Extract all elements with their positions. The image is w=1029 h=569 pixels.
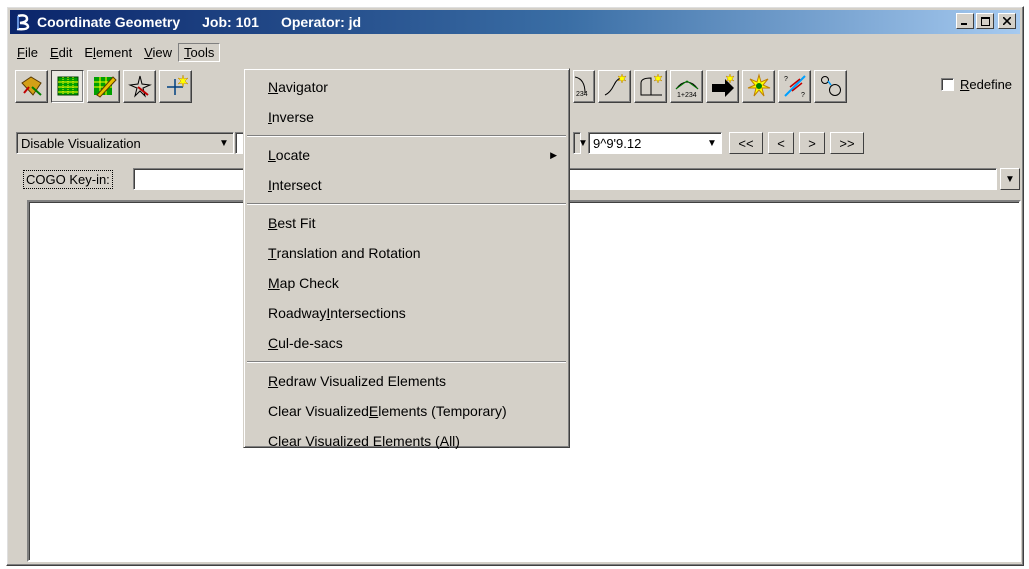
- svg-text:?: ?: [801, 92, 805, 99]
- tool-star-point[interactable]: [123, 69, 156, 103]
- redefine-toggle[interactable]: Redefine: [941, 77, 1012, 92]
- inverse-icon: ? ?: [784, 75, 806, 99]
- tool-radial[interactable]: [742, 69, 775, 103]
- tool-inverse-points[interactable]: ? ?: [778, 69, 811, 103]
- tool-grid-select[interactable]: [51, 69, 84, 103]
- maximize-button[interactable]: [976, 13, 994, 29]
- menu-item-redraw-visualized[interactable]: Redraw Visualized Elements: [246, 366, 567, 396]
- tool-point-circle[interactable]: [814, 69, 847, 103]
- angle-select[interactable]: 9^9'9.12 ▼: [588, 132, 722, 154]
- curve-icon: 234: [575, 76, 588, 98]
- menu-item-intersect[interactable]: Intersect: [246, 170, 567, 200]
- menu-item-roadway-intersections[interactable]: Roadway Intersections: [246, 298, 567, 328]
- point-circle-icon: [820, 76, 841, 96]
- menu-item-clear-visualized-temporary[interactable]: Clear Visualized Elements (Temporary): [246, 396, 567, 426]
- star-point-icon: [127, 75, 152, 98]
- redefine-checkbox[interactable]: [941, 78, 954, 91]
- menu-item-inverse[interactable]: Inverse: [246, 102, 567, 132]
- nav-next-button[interactable]: >: [799, 132, 825, 154]
- menu-element[interactable]: Element: [78, 43, 138, 62]
- menu-view[interactable]: View: [138, 43, 178, 62]
- svg-text:234: 234: [576, 91, 588, 98]
- tool-arc-tangent[interactable]: [634, 69, 667, 103]
- field-dropdown-icon: ▼: [578, 137, 588, 149]
- nav-last-button[interactable]: >>: [830, 132, 864, 154]
- nav-prev-button[interactable]: <: [768, 132, 794, 154]
- hidden-field-right-drop[interactable]: ▼: [573, 132, 588, 154]
- tool-curve-by-sta[interactable]: 234: [573, 69, 595, 103]
- toolbar-left: [15, 69, 192, 103]
- tool-spiral[interactable]: [598, 69, 631, 103]
- radial-star-icon: [747, 73, 770, 97]
- app-icon: [13, 12, 33, 32]
- menu-bar: File Edit Element View Tools: [11, 41, 221, 63]
- menu-item-best-fit[interactable]: Best Fit: [246, 208, 567, 238]
- visualization-select[interactable]: Disable Visualization ▼: [16, 132, 234, 154]
- menu-item-cul-de-sacs[interactable]: Cul-de-sacs: [246, 328, 567, 358]
- title-operator: Operator: jd: [280, 14, 362, 30]
- window-controls: [956, 13, 1016, 29]
- keyin-dropdown-button[interactable]: ▼: [1000, 168, 1020, 190]
- arrow-right-icon: [711, 73, 735, 97]
- close-icon: [1003, 17, 1011, 25]
- visualization-dropdown-icon: ▼: [219, 137, 229, 149]
- point-select-icon: [20, 76, 42, 96]
- arc-tangent-icon: [640, 73, 663, 96]
- menu-file[interactable]: File: [11, 43, 44, 62]
- toolbar-right: 234 1+234 ? ?: [573, 69, 847, 103]
- title-app: Coordinate Geometry: [37, 14, 181, 30]
- redefine-label: Redefine: [960, 77, 1013, 92]
- svg-text:1+234: 1+234: [677, 92, 697, 99]
- menu-edit[interactable]: Edit: [44, 43, 78, 62]
- minimize-button[interactable]: [956, 13, 974, 29]
- keyin-label: COGO Key-in:: [23, 170, 113, 189]
- tools-menu: Navigator Inverse Locate ▶ Intersect Best…: [243, 68, 570, 449]
- tool-add-point[interactable]: [159, 69, 192, 103]
- menu-item-navigator[interactable]: Navigator: [246, 72, 567, 102]
- tool-station-curve[interactable]: 1+234: [670, 69, 703, 103]
- keyin-dropdown-icon: ▼: [1005, 173, 1015, 185]
- tool-edit-element[interactable]: [87, 69, 120, 103]
- menu-item-map-check[interactable]: Map Check: [246, 268, 567, 298]
- nav-first-button[interactable]: <<: [729, 132, 763, 154]
- submenu-arrow-icon: ▶: [550, 149, 557, 160]
- title-bar[interactable]: Coordinate Geometry Job: 101 Operator: j…: [10, 10, 1020, 34]
- pencil-edit-icon: [93, 76, 117, 98]
- tool-select-point[interactable]: [15, 69, 48, 103]
- menu-item-locate[interactable]: Locate ▶: [246, 140, 567, 170]
- menu-separator: [247, 203, 566, 205]
- angle-dropdown-icon: ▼: [707, 137, 717, 149]
- title-job: Job: 101: [202, 14, 259, 30]
- maximize-icon: [980, 16, 990, 26]
- add-point-icon: [166, 74, 189, 95]
- menu-item-clear-visualized-all[interactable]: Clear Visualized Elements (All): [246, 426, 567, 456]
- minimize-icon: [961, 23, 967, 25]
- tool-traverse[interactable]: [706, 69, 739, 103]
- station-curve-icon: 1+234: [675, 80, 698, 99]
- spiral-icon: [604, 73, 627, 96]
- grid-icon: [57, 76, 78, 96]
- menu-tools[interactable]: Tools: [178, 42, 221, 62]
- close-button[interactable]: [998, 13, 1016, 29]
- svg-text:?: ?: [784, 76, 788, 83]
- menu-item-translation-rotation[interactable]: Translation and Rotation: [246, 238, 567, 268]
- menu-separator: [247, 135, 566, 137]
- menu-separator: [247, 361, 566, 363]
